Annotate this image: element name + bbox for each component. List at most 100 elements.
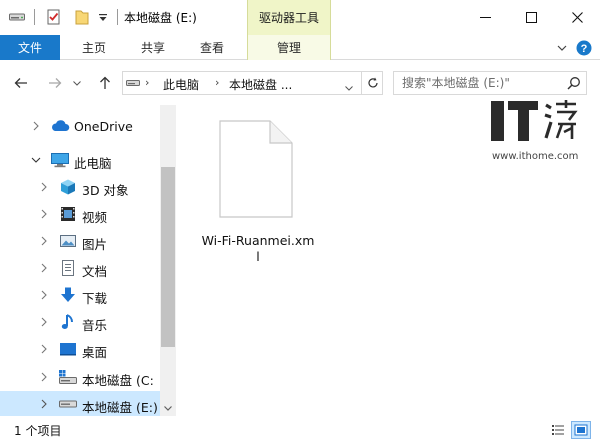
tree-item-label: 3D 对象 — [82, 183, 129, 198]
context-tab-label: 驱动器工具 — [258, 11, 319, 25]
tree-item-label: 本地磁盘 (E:) — [82, 400, 158, 415]
separator — [30, 6, 38, 28]
chevron-right-icon[interactable] — [38, 370, 50, 384]
chevron-right-icon[interactable] — [30, 119, 42, 133]
chevron-right-icon[interactable] — [38, 342, 50, 356]
music-icon — [58, 313, 78, 331]
help-button[interactable]: ? — [574, 38, 594, 58]
breadcrumb-local-disk[interactable]: 本地磁盘 ... — [229, 76, 292, 93]
chevron-right-icon[interactable] — [38, 234, 50, 248]
tab-file[interactable]: 文件 — [0, 35, 60, 60]
tab-view[interactable]: 查看 — [186, 35, 238, 60]
large-icons-view-button[interactable] — [571, 421, 591, 439]
tree-item-label: 此电脑 — [74, 156, 112, 171]
chevron-right-icon[interactable] — [38, 288, 50, 302]
tree-item-desktop[interactable]: 桌面 — [0, 336, 160, 363]
minimize-icon — [479, 17, 491, 18]
tree-item-label: 图片 — [82, 237, 108, 252]
tree-item-downloads[interactable]: 下载 — [0, 282, 160, 309]
navigation-pane: OneDrive 此电脑 3D 对象 视频 图片 文档 下载 音乐 桌面 本地磁… — [0, 105, 176, 416]
file-item[interactable]: Wi-Fi-Ruanmei.xml — [200, 117, 316, 267]
customize-quick-access-icon[interactable] — [96, 6, 110, 28]
chevron-right-icon[interactable] — [38, 180, 50, 194]
details-view-icon — [552, 425, 564, 435]
tree-item-local-disk-c[interactable]: 本地磁盘 (C: — [0, 364, 160, 391]
scrollbar-thumb[interactable] — [161, 167, 175, 347]
search-input[interactable] — [394, 72, 564, 94]
back-button[interactable] — [10, 72, 32, 94]
document-icon — [58, 259, 78, 277]
chevron-down-icon[interactable] — [30, 153, 42, 167]
minimize-button[interactable] — [462, 0, 508, 35]
breadcrumb-chevron-icon[interactable]: › — [145, 76, 149, 89]
expand-ribbon-button[interactable] — [552, 38, 572, 58]
nav-pane-scrollbar[interactable] — [160, 105, 176, 416]
address-bar[interactable]: › 此电脑 › 本地磁盘 ... — [122, 71, 383, 95]
new-folder-icon[interactable] — [72, 6, 92, 28]
tree-item-local-disk-e[interactable]: 本地磁盘 (E:) — [0, 391, 160, 416]
file-name: Wi-Fi-Ruanmei.xml — [201, 233, 315, 264]
tree-item-label: 本地磁盘 (C: — [82, 373, 154, 388]
tree-item-videos[interactable]: 视频 — [0, 201, 160, 228]
details-view-button[interactable] — [548, 421, 568, 439]
pictures-icon — [58, 232, 78, 250]
forward-button[interactable] — [44, 72, 66, 94]
breadcrumb-chevron-icon[interactable]: › — [215, 76, 219, 89]
arrow-right-icon — [49, 78, 62, 88]
close-icon — [571, 12, 583, 23]
separator — [117, 9, 118, 25]
recent-locations-button[interactable] — [70, 72, 84, 94]
drive-icon[interactable] — [8, 6, 26, 28]
chevron-right-icon[interactable] — [38, 315, 50, 329]
tree-item-3d-objects[interactable]: 3D 对象 — [0, 174, 160, 201]
drive-icon — [126, 77, 140, 91]
tree-item-music[interactable]: 音乐 — [0, 309, 160, 336]
svg-text:?: ? — [581, 43, 588, 55]
tree-item-label: 桌面 — [82, 345, 108, 360]
tree-item-label: 下载 — [82, 291, 108, 306]
drive-icon — [58, 395, 78, 413]
window-title: 本地磁盘 (E:) — [124, 11, 197, 25]
tree-item-this-pc[interactable]: 此电脑 — [0, 147, 160, 174]
chevron-down-icon — [345, 86, 353, 91]
breadcrumb-this-pc[interactable]: 此电脑 — [163, 76, 199, 93]
title-bar: 本地磁盘 (E:) 驱动器工具 — [0, 0, 600, 35]
arrow-left-icon — [14, 78, 27, 88]
scroll-down-button[interactable] — [160, 400, 176, 416]
tree-item-label: 文档 — [82, 264, 108, 279]
tab-home[interactable]: 主页 — [68, 35, 120, 60]
properties-icon[interactable] — [44, 6, 64, 28]
tab-share[interactable]: 共享 — [127, 35, 179, 60]
chevron-down-icon — [164, 405, 172, 411]
tab-manage[interactable]: 管理 — [247, 35, 331, 60]
context-tab-drive-tools: 驱动器工具 — [247, 0, 331, 35]
chevron-down-icon — [73, 80, 81, 86]
search-box — [393, 71, 587, 95]
refresh-icon — [367, 77, 378, 88]
refresh-button[interactable] — [361, 72, 383, 94]
arrow-up-icon — [100, 76, 110, 89]
download-icon — [58, 286, 78, 304]
computer-icon — [50, 151, 70, 169]
close-button[interactable] — [554, 0, 600, 35]
chevron-down-icon — [557, 45, 567, 51]
up-button[interactable] — [94, 72, 116, 94]
chevron-right-icon[interactable] — [38, 261, 50, 275]
maximize-icon — [525, 12, 537, 23]
cube-icon — [58, 178, 78, 196]
video-icon — [58, 205, 78, 223]
item-count: 1 个项目 — [14, 424, 62, 438]
tree-item-documents[interactable]: 文档 — [0, 255, 160, 282]
search-icon[interactable] — [567, 76, 581, 93]
tree-item-pictures[interactable]: 图片 — [0, 228, 160, 255]
xml-file-icon — [218, 119, 294, 222]
chevron-right-icon[interactable] — [38, 207, 50, 221]
maximize-button[interactable] — [508, 0, 554, 35]
ribbon-tabs: 文件 主页 共享 查看 管理 ? — [0, 35, 600, 60]
tree-item-label: 视频 — [82, 210, 108, 225]
tree-item-label: 音乐 — [82, 318, 108, 333]
address-history-button[interactable] — [345, 80, 353, 94]
status-bar: 1 个项目 — [0, 416, 600, 443]
chevron-right-icon[interactable] — [38, 397, 50, 411]
tree-item-onedrive[interactable]: OneDrive — [0, 113, 160, 140]
